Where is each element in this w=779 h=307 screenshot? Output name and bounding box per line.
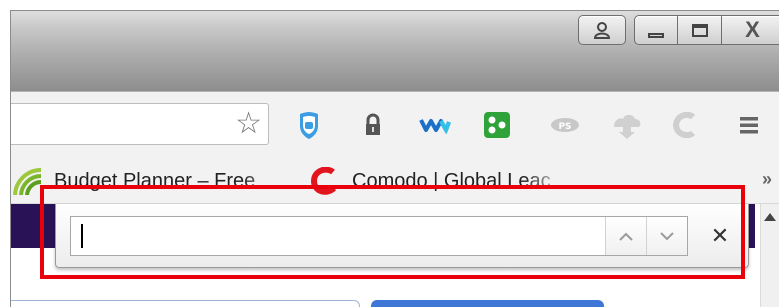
bookmarks-overflow-chevron[interactable]: » — [762, 169, 772, 190]
minimize-button[interactable] — [634, 15, 678, 45]
person-icon — [593, 22, 611, 39]
comodo-c-icon[interactable] — [669, 109, 701, 141]
bookmark-star-icon[interactable]: ☆ — [235, 108, 262, 140]
title-bar: X — [11, 11, 779, 91]
close-window-glyph: X — [745, 17, 760, 42]
ps-icon[interactable]: PS — [549, 109, 581, 141]
address-bar[interactable]: ☆ — [11, 103, 269, 145]
window-controls: X — [578, 15, 779, 47]
page-scrollbar[interactable] — [760, 204, 779, 307]
shield-svg — [300, 112, 318, 139]
ps-svg: PS — [551, 118, 579, 132]
cloud-download-icon[interactable] — [611, 109, 643, 141]
shield-icon[interactable] — [293, 109, 325, 141]
maximize-icon — [691, 23, 708, 37]
highlight-box — [40, 185, 745, 279]
lock-svg — [366, 113, 380, 135]
lock-icon[interactable] — [357, 109, 389, 141]
close-window-button[interactable]: X — [722, 15, 779, 45]
toolbar: ☆ PS — [11, 91, 779, 160]
dice-svg — [484, 112, 510, 138]
ww-svg — [419, 119, 451, 134]
c-svg — [672, 111, 696, 139]
cloud-svg — [614, 114, 641, 139]
ww-icon[interactable] — [419, 109, 451, 141]
svg-text:PS: PS — [558, 122, 571, 132]
menu-svg — [740, 117, 758, 134]
maximize-button[interactable] — [678, 15, 722, 45]
menu-icon[interactable] — [733, 109, 765, 141]
scroll-up-arrow-icon[interactable] — [764, 213, 776, 221]
profile-button[interactable] — [578, 15, 626, 45]
green-dice-icon[interactable] — [481, 109, 513, 141]
minimize-icon — [648, 32, 664, 38]
